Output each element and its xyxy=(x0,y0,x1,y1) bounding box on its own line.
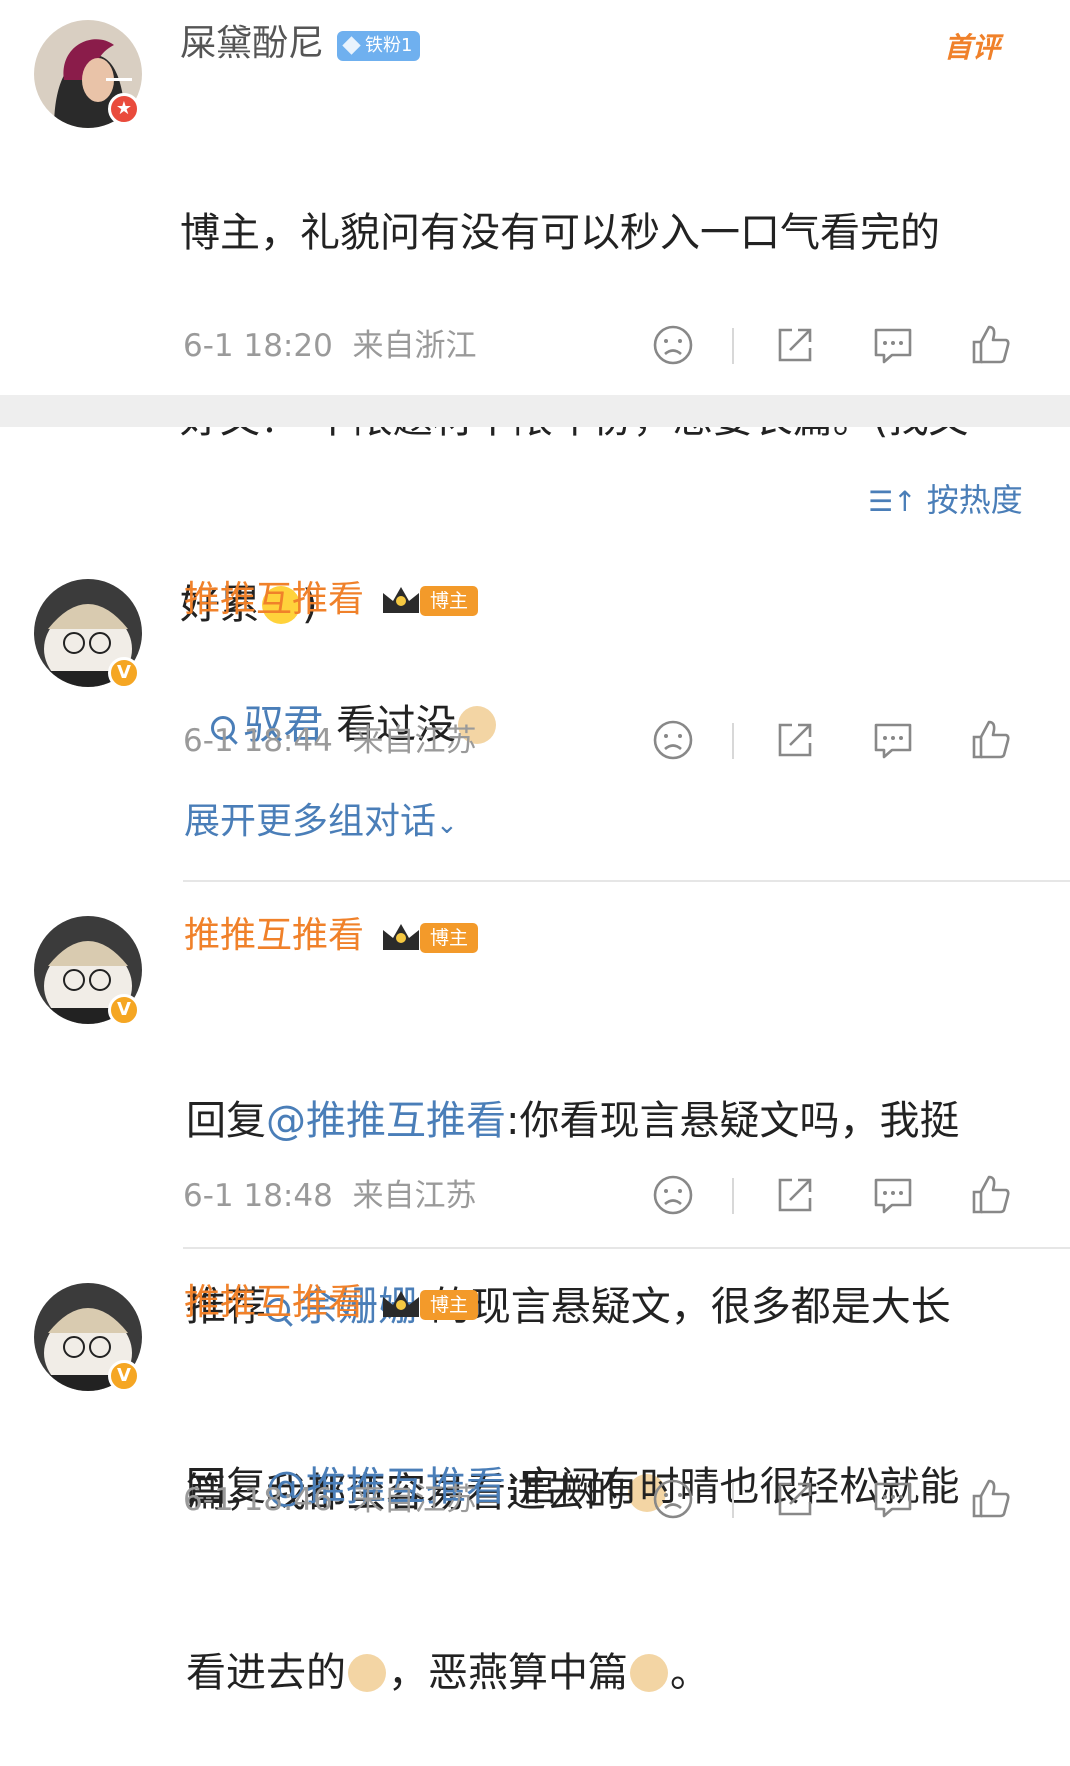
crown-icon xyxy=(383,587,419,613)
expand-conversation-link[interactable]: 展开更多组对话⌄ xyxy=(184,800,458,847)
poster-name[interactable]: 屎黛酚尼 xyxy=(180,22,324,66)
commenter-name[interactable]: 推推互推看 xyxy=(184,914,364,958)
verified-badge: V xyxy=(108,657,140,689)
fan-badge: 铁粉1 xyxy=(337,31,421,61)
author-badge: 博主 xyxy=(380,920,480,954)
comment-meta: 6-1 18:44 来自江苏 xyxy=(183,723,477,759)
post-actions xyxy=(648,322,1028,372)
sort-button[interactable]: ☰↑ 按热度 xyxy=(868,480,1023,522)
like-icon[interactable] xyxy=(968,1476,1014,1522)
crown-icon xyxy=(383,924,419,950)
chevron-down-icon: ⌄ xyxy=(436,810,458,840)
comment-icon[interactable] xyxy=(870,1172,916,1218)
post-meta: 6-1 18:20 来自浙江 xyxy=(183,328,477,364)
divider xyxy=(183,1247,1070,1249)
comment-meta: 6-1 18:48 来自江苏 xyxy=(183,1178,477,1214)
share-icon[interactable] xyxy=(772,1172,818,1218)
dislike-face-icon[interactable] xyxy=(650,1172,696,1218)
comment-icon[interactable] xyxy=(870,717,916,763)
sort-icon: ☰↑ xyxy=(868,485,917,518)
dislike-face-icon[interactable] xyxy=(650,717,696,763)
action-separator xyxy=(732,723,734,759)
comment-actions xyxy=(648,1476,1028,1526)
comment-icon[interactable] xyxy=(870,1476,916,1522)
comment-text: 回复@推推互推看:宫阙有时晴也很轻松就能 看进去的 ，恶燕算中篇。 xyxy=(186,1464,960,1696)
commenter-name[interactable]: 推推互推看 xyxy=(184,578,364,622)
share-icon[interactable] xyxy=(772,717,818,763)
share-icon[interactable] xyxy=(772,1476,818,1522)
author-badge: 博主 xyxy=(380,583,480,617)
crown-icon xyxy=(383,1291,419,1317)
mention-link[interactable]: @推推互推看 xyxy=(266,1098,506,1144)
action-separator xyxy=(732,1482,734,1518)
diamond-icon xyxy=(342,36,361,55)
divider xyxy=(183,880,1070,882)
author-badge: 博主 xyxy=(380,1287,480,1321)
like-icon[interactable] xyxy=(968,322,1014,368)
dislike-face-icon[interactable] xyxy=(650,1476,696,1522)
comment-icon[interactable] xyxy=(870,322,916,368)
dislike-face-icon[interactable] xyxy=(650,322,696,368)
commenter-name[interactable]: 推推互推看 xyxy=(184,1281,364,1325)
comment-actions xyxy=(648,717,1028,767)
verified-badge: V xyxy=(108,1360,140,1392)
share-icon[interactable] xyxy=(772,322,818,368)
cat-emoji-icon xyxy=(630,1654,668,1692)
verified-badge: V xyxy=(108,994,140,1026)
poster-verified-badge: ★ xyxy=(108,93,140,125)
comment-meta: 6-1 18:46 来自江苏 xyxy=(183,1482,477,1518)
first-comment-tag: 首评 xyxy=(944,31,1001,64)
action-separator xyxy=(732,328,734,364)
like-icon[interactable] xyxy=(968,717,1014,763)
like-icon[interactable] xyxy=(968,1172,1014,1218)
action-separator xyxy=(732,1178,734,1214)
cat-emoji-icon xyxy=(348,1654,386,1692)
section-gap xyxy=(0,395,1070,427)
comment-actions xyxy=(648,1172,1028,1222)
